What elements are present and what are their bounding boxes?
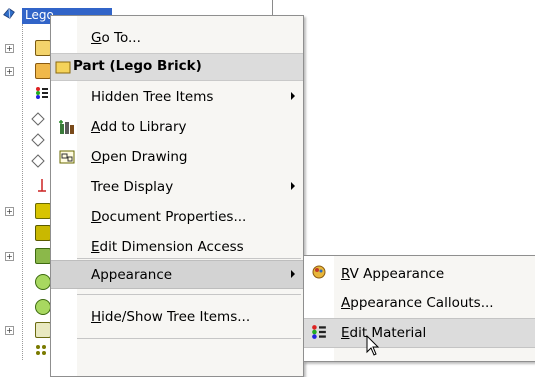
open-drawing-icon bbox=[59, 150, 75, 164]
menu-item-label: Tree Display bbox=[91, 179, 174, 195]
annotations-icon bbox=[35, 40, 51, 56]
menu-item-label: Appearance Callouts... bbox=[341, 295, 494, 311]
feature-icon bbox=[35, 225, 51, 241]
part-icon bbox=[3, 8, 15, 19]
expand-icon[interactable]: + bbox=[5, 44, 14, 53]
submenu-arrow-icon bbox=[291, 182, 295, 190]
part-header-icon bbox=[55, 61, 71, 74]
menu-item-label: RV Appearance bbox=[341, 266, 445, 282]
menu-item-appearance-callouts[interactable]: Appearance Callouts... bbox=[304, 289, 535, 318]
sketch-icon bbox=[35, 274, 51, 290]
plane-icon bbox=[31, 133, 45, 147]
appearance-icon bbox=[36, 87, 48, 99]
menu-item-edit-material[interactable]: Edit Material bbox=[304, 318, 535, 348]
add-to-library-icon bbox=[59, 120, 74, 134]
tree-root-label: Lego Brick bbox=[25, 8, 53, 22]
menu-item-label: Go To... bbox=[91, 30, 141, 46]
menu-item-label: Hidden Tree Items bbox=[91, 89, 214, 105]
expand-icon[interactable]: + bbox=[5, 252, 14, 261]
menu-item-label: Document Properties... bbox=[91, 209, 247, 225]
menu-item-label: Hide/Show Tree Items... bbox=[91, 309, 251, 325]
feature-icon bbox=[35, 203, 51, 219]
mouse-cursor-icon bbox=[366, 335, 380, 356]
plane-icon bbox=[31, 112, 45, 126]
menu-separator bbox=[77, 258, 301, 259]
menu-item-appearance[interactable]: Appearance bbox=[51, 260, 303, 289]
menu-item-label: Edit Dimension Access bbox=[91, 239, 244, 255]
menu-separator bbox=[77, 294, 301, 295]
plane-icon bbox=[31, 154, 45, 168]
menu-item-hidden-tree-items[interactable]: Hidden Tree Items bbox=[51, 83, 303, 112]
expand-icon[interactable]: + bbox=[5, 207, 14, 216]
menu-item-add-to-library[interactable]: Add to Library bbox=[51, 113, 303, 142]
expand-icon[interactable]: + bbox=[5, 67, 14, 76]
menu-item-tree-display[interactable]: Tree Display bbox=[51, 173, 303, 202]
menu-header-label: Part (Lego Brick) bbox=[73, 58, 202, 74]
menu-header-part: Part (Lego Brick) bbox=[51, 53, 303, 81]
menu-item-open-drawing[interactable]: Open Drawing bbox=[51, 143, 303, 172]
menu-item-document-properties[interactable]: Document Properties... bbox=[51, 203, 303, 232]
origin-icon bbox=[38, 179, 46, 192]
submenu-arrow-icon bbox=[291, 270, 295, 278]
submenu-arrow-icon bbox=[291, 92, 295, 100]
menu-item-hide-show-tree-items[interactable]: Hide/Show Tree Items... bbox=[51, 303, 303, 332]
sketch-icon bbox=[35, 299, 51, 315]
expand-icon[interactable]: + bbox=[5, 326, 14, 335]
menu-item-label: Open Drawing bbox=[91, 149, 188, 165]
menu-item-label: Appearance bbox=[91, 267, 173, 283]
menu-item-label: Edit Material bbox=[341, 325, 427, 341]
feature-icon bbox=[35, 322, 51, 338]
menu-separator bbox=[77, 338, 301, 339]
pattern-icon bbox=[36, 345, 46, 355]
material-icon bbox=[35, 63, 51, 79]
feature-icon bbox=[35, 248, 51, 264]
appearance-submenu: RV Appearance Appearance Callouts... Edi… bbox=[303, 255, 535, 362]
edit-material-icon bbox=[312, 325, 326, 339]
rv-appearance-icon bbox=[312, 265, 326, 279]
context-menu: Go To... Part (Lego Brick) Hidden Tree I… bbox=[50, 15, 304, 377]
menu-item-go-to[interactable]: Go To... bbox=[51, 24, 303, 53]
menu-item-label: Add to Library bbox=[91, 119, 187, 135]
menu-item-rv-appearance[interactable]: RV Appearance bbox=[304, 260, 535, 289]
